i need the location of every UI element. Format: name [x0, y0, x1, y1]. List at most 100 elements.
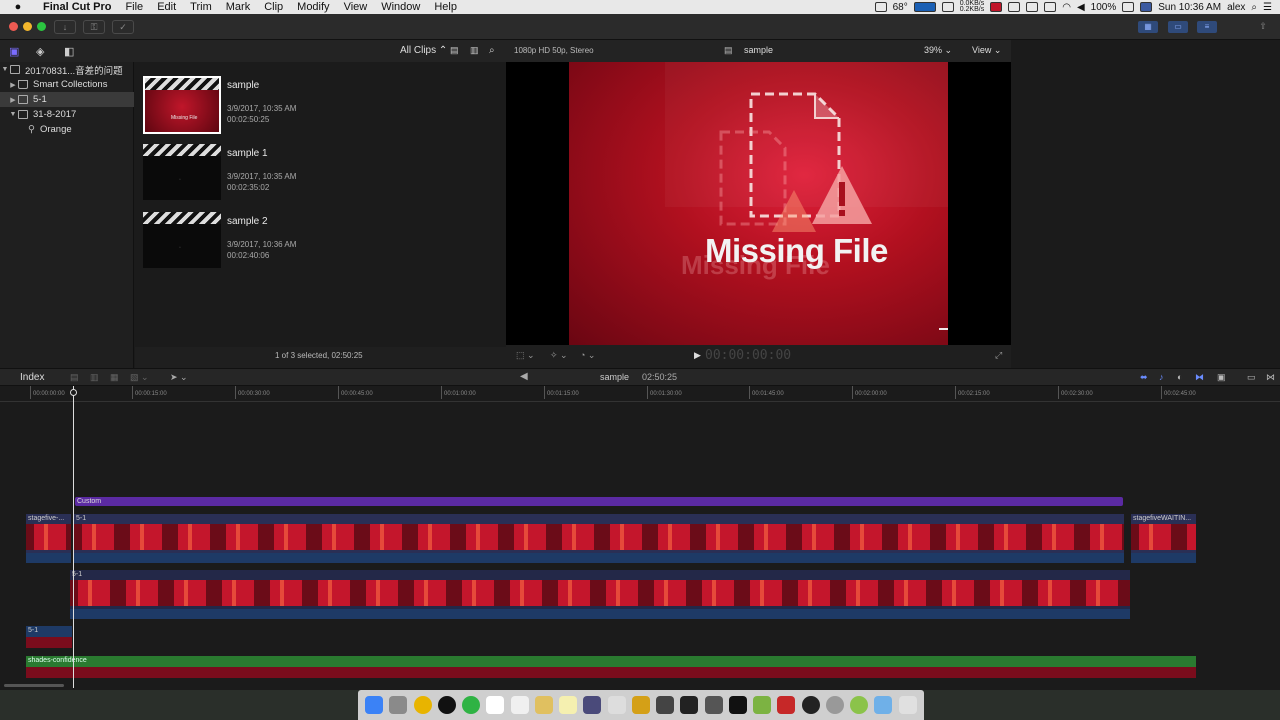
battery-status-icon[interactable]: [1044, 2, 1057, 12]
final-cut-pro-icon[interactable]: [680, 696, 699, 714]
android-icon[interactable]: [753, 696, 772, 714]
screen-recorder-icon[interactable]: [656, 696, 675, 714]
play-icon[interactable]: ▶: [694, 350, 701, 361]
clip-5-1-main[interactable]: 5-1: [74, 514, 1124, 563]
sidebar-item-event-5-1[interactable]: ▶ 5-1: [0, 92, 134, 107]
close-window-button[interactable]: [9, 22, 18, 31]
textedit-icon[interactable]: [607, 696, 626, 714]
clip-appearance-icon[interactable]: ▥: [470, 45, 479, 56]
background-tasks-button[interactable]: ✓: [112, 20, 134, 34]
retime-tool-icon[interactable]: ◔ ⌄: [580, 350, 595, 361]
fullscreen-icon[interactable]: ⤢: [995, 350, 1002, 361]
time-machine-icon[interactable]: [1026, 2, 1039, 12]
music-clip-shades-confidence[interactable]: shades-confidence: [26, 656, 1196, 678]
cpu-monitor-icon[interactable]: [913, 2, 936, 12]
view-menu[interactable]: View ⌄: [972, 45, 1001, 56]
notes-icon[interactable]: [559, 696, 578, 714]
menu-view[interactable]: View: [337, 1, 375, 13]
filmstrip-view-icon[interactable]: ▤: [450, 45, 459, 56]
transform-tool-icon[interactable]: ⬚ ⌄: [516, 350, 535, 361]
skimming-icon[interactable]: ⬌: [1140, 372, 1148, 383]
overwrite-clip-icon[interactable]: ▧ ⌄: [130, 372, 149, 383]
search-icon[interactable]: ⌕: [489, 45, 495, 56]
volume-icon[interactable]: ◀: [1077, 2, 1085, 13]
titles-generators-icon[interactable]: ◧: [64, 45, 74, 58]
screen-mirror-icon[interactable]: [874, 2, 887, 12]
libraries-icon[interactable]: ▣: [9, 45, 19, 58]
clip-name[interactable]: sample 1: [227, 148, 268, 159]
finder-icon[interactable]: [365, 696, 384, 714]
timeline-ruler[interactable]: 00:00:00:00 00:00:15:00 00:00:30:00 00:0…: [0, 386, 1280, 402]
playhead[interactable]: [73, 386, 74, 688]
clapper-dock-icon[interactable]: [583, 696, 602, 714]
disclosure-right-icon[interactable]: ▶: [8, 96, 18, 104]
timecode-display[interactable]: 00:00:00:00: [705, 348, 791, 363]
zoom-window-button[interactable]: [37, 22, 46, 31]
custom-role-bar[interactable]: Custom: [75, 497, 1123, 506]
clip-thumbnail-sample[interactable]: Missing File: [143, 76, 221, 134]
spotlight-icon[interactable]: ⌕: [1251, 2, 1257, 13]
user-name[interactable]: alex: [1227, 2, 1245, 13]
select-tool-icon[interactable]: ➤ ⌄: [170, 372, 188, 383]
share-icon[interactable]: ⇧: [1252, 20, 1274, 34]
timeline[interactable]: Custom stagefive-... 5-1 stagefiveWAITIN…: [0, 402, 1280, 690]
keyboard-icon[interactable]: [941, 2, 954, 12]
clip-name[interactable]: sample: [227, 80, 259, 91]
temperature[interactable]: 68°: [893, 2, 908, 13]
battery-icon[interactable]: [1122, 2, 1135, 12]
sidebar-item-smart-collections[interactable]: ▶ Smart Collections: [0, 77, 134, 92]
grid-icon[interactable]: [1008, 2, 1021, 12]
import-button[interactable]: ↓: [54, 20, 76, 34]
timeline-back-icon[interactable]: ◀: [520, 371, 528, 382]
workspace-inspector-icon[interactable]: ≡: [1197, 21, 1217, 33]
clip-5-1-second[interactable]: 5-1: [70, 570, 1130, 619]
playhead-handle[interactable]: [70, 389, 77, 396]
clip-thumbnail-sample-1[interactable]: ▫: [143, 144, 221, 200]
disclosure-down-icon[interactable]: ▼: [8, 111, 18, 118]
zoom-menu[interactable]: 39% ⌄: [924, 45, 952, 56]
clip-stagefive-right[interactable]: stagefiveWAITIN...: [1131, 514, 1196, 563]
menu-mark[interactable]: Mark: [219, 1, 257, 13]
disclosure-down-icon[interactable]: ▼: [0, 66, 10, 73]
sidebar-item-keyword-orange[interactable]: ⚲ Orange: [0, 122, 134, 137]
snapping-icon[interactable]: ⧓: [1195, 372, 1204, 383]
audio-skimming-icon[interactable]: ♪: [1159, 372, 1164, 382]
app-m-icon[interactable]: [990, 2, 1003, 12]
insert-clip-icon[interactable]: ▥: [90, 372, 99, 383]
effects-browser-icon[interactable]: ▭: [1247, 372, 1256, 383]
workspace-browser-icon[interactable]: ▦: [1138, 21, 1158, 33]
wifi-icon[interactable]: ◠: [1062, 2, 1071, 13]
menu-edit[interactable]: Edit: [150, 1, 183, 13]
all-clips-filter[interactable]: All Clips ⌃: [400, 45, 447, 56]
timeline-scrollbar[interactable]: [4, 684, 64, 687]
menu-clip[interactable]: Clip: [257, 1, 290, 13]
transitions-browser-icon[interactable]: ⋈: [1266, 372, 1275, 383]
index-button[interactable]: Index: [20, 372, 44, 383]
minimize-window-button[interactable]: [23, 22, 32, 31]
terminal-icon[interactable]: [728, 696, 747, 714]
clip-thumbnail-sample-2[interactable]: ▫: [143, 212, 221, 268]
network-speed[interactable]: 0.0KB/s 0.2KB/s: [960, 0, 985, 13]
clip-stagefive-left[interactable]: stagefive-...: [26, 514, 71, 563]
script-editor-icon[interactable]: [534, 696, 553, 714]
clip-appearance-timeline-icon[interactable]: ▣: [1217, 372, 1226, 383]
xcode-icon[interactable]: [631, 696, 650, 714]
append-clip-icon[interactable]: ▦: [110, 372, 119, 383]
apple-menu-icon[interactable]: ●: [0, 1, 36, 13]
calendar-icon[interactable]: [486, 696, 505, 714]
menu-file[interactable]: File: [118, 1, 150, 13]
wechat-icon[interactable]: [462, 696, 481, 714]
sidebar-item-event-31-8-2017[interactable]: ▼ 31-8-2017: [0, 107, 134, 122]
enhance-tool-icon[interactable]: ✧ ⌄: [550, 350, 568, 361]
menu-help[interactable]: Help: [427, 1, 464, 13]
system-preferences-icon[interactable]: [389, 696, 408, 714]
notification-center-icon[interactable]: ☰: [1263, 2, 1272, 13]
downloads-folder-icon[interactable]: [874, 696, 893, 714]
app-v-icon[interactable]: [777, 696, 796, 714]
connect-clip-icon[interactable]: ▤: [70, 372, 79, 383]
battery-percent[interactable]: 100%: [1091, 2, 1117, 13]
workspace-timeline-icon[interactable]: ▭: [1168, 21, 1188, 33]
clip-5-1-short[interactable]: 5-1: [26, 626, 72, 648]
solo-icon[interactable]: ◐: [1177, 372, 1182, 382]
trash-icon[interactable]: [898, 696, 917, 714]
